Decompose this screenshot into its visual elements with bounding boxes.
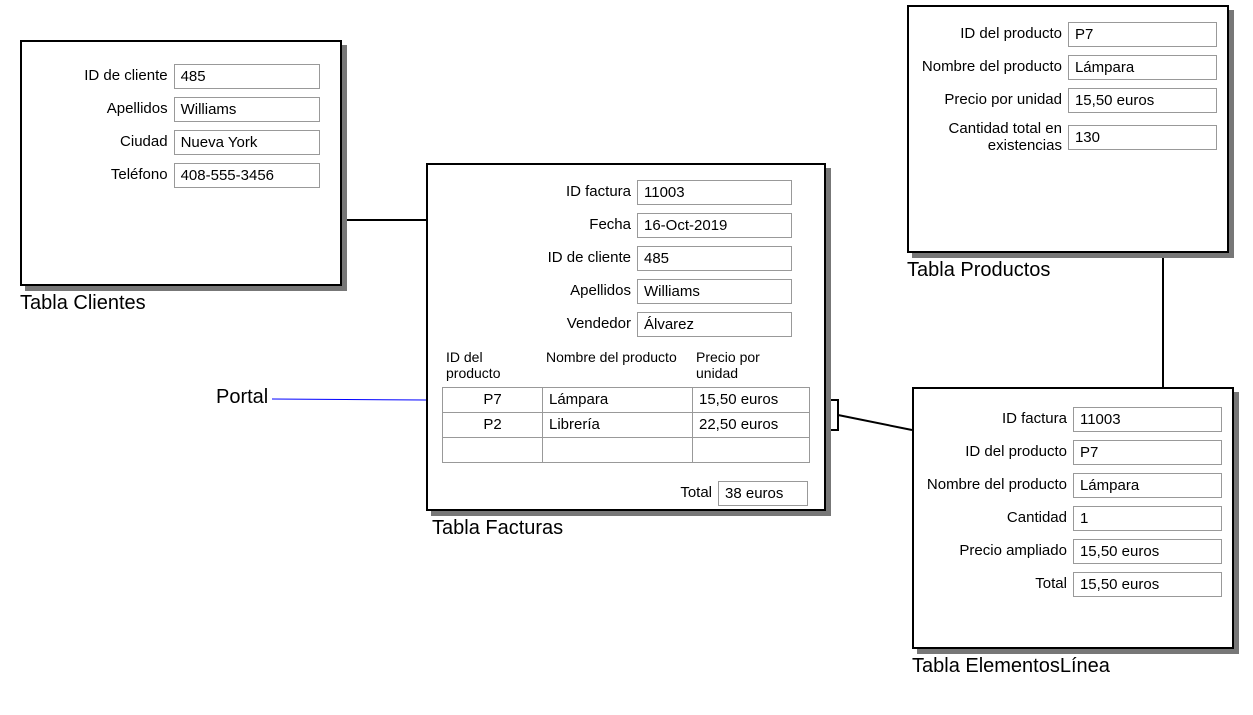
- value-productos-nombre[interactable]: Lámpara: [1068, 55, 1217, 80]
- label-elem-factura: ID factura: [924, 411, 1073, 428]
- label-clientes-telefono: Teléfono: [42, 167, 174, 184]
- label-productos-precio: Precio por unidad: [919, 92, 1068, 109]
- value-elem-factura[interactable]: 11003: [1073, 407, 1222, 432]
- value-elem-producto[interactable]: P7: [1073, 440, 1222, 465]
- title-facturas: Tabla Facturas: [432, 517, 563, 540]
- portal-col-id: ID del producto: [442, 345, 542, 387]
- portal-cell-precio: 22,50 euros: [693, 413, 808, 437]
- value-facturas-vendedor[interactable]: Álvarez: [637, 312, 792, 337]
- portal-row[interactable]: P2 Librería 22,50 euros: [443, 413, 809, 438]
- value-elem-precio[interactable]: 15,50 euros: [1073, 539, 1222, 564]
- label-facturas-id: ID factura: [442, 184, 637, 201]
- value-facturas-total[interactable]: 38 euros: [718, 481, 808, 506]
- label-facturas-vendedor: Vendedor: [442, 316, 637, 333]
- value-elem-nombre[interactable]: Lámpara: [1073, 473, 1222, 498]
- value-elem-total[interactable]: 15,50 euros: [1073, 572, 1222, 597]
- title-productos: Tabla Productos: [907, 259, 1050, 282]
- portal-cell-precio: [693, 438, 808, 462]
- portal-row[interactable]: P7 Lámpara 15,50 euros: [443, 388, 809, 413]
- portal-col-precio: Precio por unidad: [692, 345, 807, 387]
- value-elem-cantidad[interactable]: 1: [1073, 506, 1222, 531]
- label-productos-cantidad: Cantidad total en existencias: [919, 121, 1068, 154]
- label-facturas-cliente: ID de cliente: [442, 250, 637, 267]
- portal-grid: P7 Lámpara 15,50 euros P2 Librería 22,50…: [442, 387, 810, 463]
- table-productos: ID del producto P7 Nombre del producto L…: [907, 5, 1229, 253]
- label-elem-precio: Precio ampliado: [924, 543, 1073, 560]
- label-clientes-id: ID de cliente: [42, 68, 174, 85]
- label-facturas-fecha: Fecha: [442, 217, 637, 234]
- portal-row[interactable]: [443, 438, 809, 463]
- portal-cell-precio: 15,50 euros: [693, 388, 808, 412]
- label-clientes-ciudad: Ciudad: [42, 134, 174, 151]
- value-facturas-id[interactable]: 11003: [637, 180, 792, 205]
- label-productos-id: ID del producto: [919, 26, 1068, 43]
- table-elementos: ID factura 11003 ID del producto P7 Nomb…: [912, 387, 1234, 649]
- label-facturas-apellidos: Apellidos: [442, 283, 637, 300]
- label-elem-total: Total: [924, 576, 1073, 593]
- label-elem-cantidad: Cantidad: [924, 510, 1073, 527]
- portal-cell-nombre: Librería: [543, 413, 693, 437]
- title-clientes: Tabla Clientes: [20, 292, 146, 315]
- value-clientes-telefono[interactable]: 408-555-3456: [174, 163, 320, 188]
- label-facturas-total: Total: [442, 485, 718, 502]
- title-elementos: Tabla ElementosLínea: [912, 655, 1110, 678]
- value-facturas-fecha[interactable]: 16-Oct-2019: [637, 213, 792, 238]
- value-facturas-apellidos[interactable]: Williams: [637, 279, 792, 304]
- table-clientes: ID de cliente 485 Apellidos Williams Ciu…: [20, 40, 342, 286]
- portal-col-nombre: Nombre del producto: [542, 345, 692, 387]
- label-clientes-apellidos: Apellidos: [42, 101, 174, 118]
- portal-cell-nombre: Lámpara: [543, 388, 693, 412]
- label-elem-nombre: Nombre del producto: [924, 477, 1073, 494]
- value-clientes-apellidos[interactable]: Williams: [174, 97, 320, 122]
- value-facturas-cliente[interactable]: 485: [637, 246, 792, 271]
- value-clientes-ciudad[interactable]: Nueva York: [174, 130, 320, 155]
- label-elem-producto: ID del producto: [924, 444, 1073, 461]
- portal-cell-id: P2: [443, 413, 543, 437]
- value-productos-id[interactable]: P7: [1068, 22, 1217, 47]
- portal-cell-nombre: [543, 438, 693, 462]
- portal-header: ID del producto Nombre del producto Prec…: [442, 345, 810, 387]
- portal-cell-id: P7: [443, 388, 543, 412]
- value-productos-precio[interactable]: 15,50 euros: [1068, 88, 1217, 113]
- label-productos-nombre: Nombre del producto: [919, 59, 1068, 76]
- value-productos-cantidad[interactable]: 130: [1068, 125, 1217, 150]
- portal-cell-id: [443, 438, 543, 462]
- table-facturas: ID factura 11003 Fecha 16-Oct-2019 ID de…: [426, 163, 826, 511]
- value-clientes-id[interactable]: 485: [174, 64, 320, 89]
- portal-annotation: Portal: [216, 386, 268, 409]
